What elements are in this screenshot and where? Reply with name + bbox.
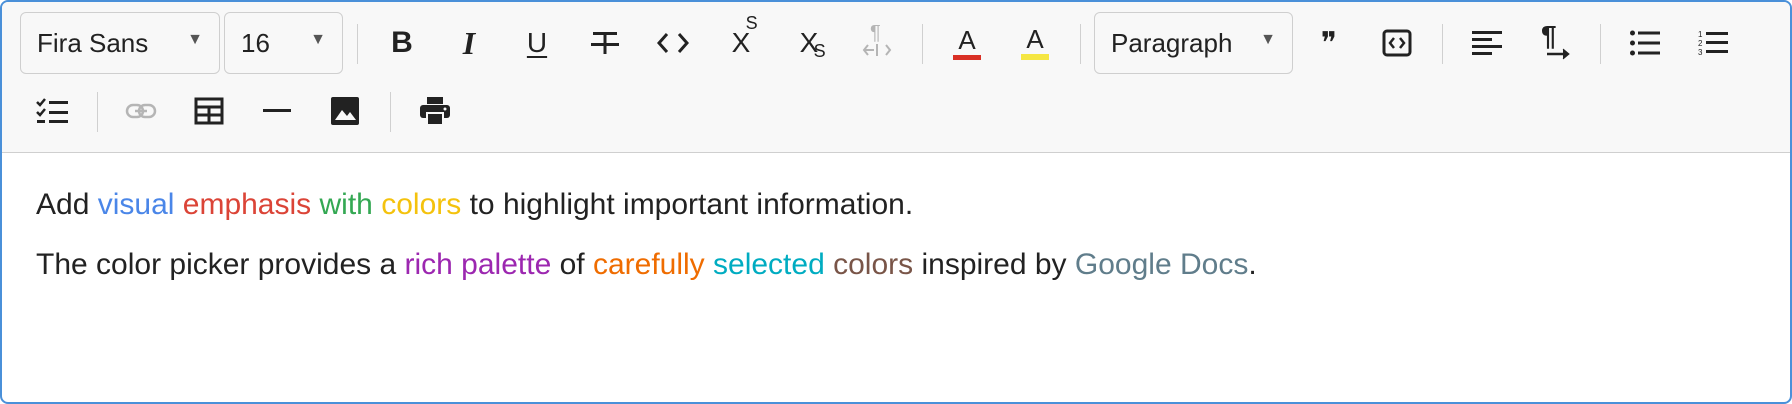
editor-content[interactable]: Add visual emphasis with colors to highl… xyxy=(2,154,1790,402)
underline-icon: U xyxy=(526,27,548,58)
text-run: Google Docs xyxy=(1074,248,1249,281)
text-run xyxy=(705,248,713,281)
strikethrough-icon xyxy=(591,32,619,54)
content-paragraph-1: Add visual emphasis with colors to highl… xyxy=(36,188,913,222)
text-color-swatch xyxy=(953,54,981,60)
toolbar-divider xyxy=(97,92,98,132)
svg-text:1: 1 xyxy=(1698,30,1703,39)
arrows-icon xyxy=(862,44,892,56)
block-format-value: Paragraph xyxy=(1111,27,1233,58)
inline-code-button[interactable] xyxy=(651,21,695,65)
text-run: colors xyxy=(833,248,914,281)
code-icon xyxy=(657,33,689,53)
clear-format-icon: ¶ xyxy=(862,22,892,60)
superscript-button[interactable]: XS xyxy=(719,13,763,65)
horizontal-rule-icon xyxy=(263,109,291,112)
font-family-select[interactable]: Fira Sans ▼ xyxy=(20,12,220,74)
toolbar-divider xyxy=(1600,24,1601,64)
highlight-color-icon: A xyxy=(1021,26,1049,60)
image-icon xyxy=(331,97,359,125)
text-run xyxy=(373,188,381,221)
text-run xyxy=(311,188,319,221)
print-icon xyxy=(420,97,450,126)
text-direction-button[interactable]: ¶ xyxy=(1533,20,1577,65)
image-button[interactable] xyxy=(323,89,367,133)
chevron-down-icon: ▼ xyxy=(187,31,203,48)
bullet-list-icon xyxy=(1630,30,1660,56)
text-run xyxy=(825,248,833,281)
font-family-value: Fira Sans xyxy=(37,27,149,58)
text-run: visual xyxy=(97,188,175,221)
editor-toolbar: Fira Sans ▼ 16 ▼ B I U X S X S ¶ A A Par… xyxy=(2,2,1790,153)
bold-button[interactable]: B xyxy=(380,21,424,65)
text-run: with xyxy=(319,188,373,221)
task-list-icon xyxy=(36,98,68,123)
svg-text:2: 2 xyxy=(1698,39,1703,48)
content-paragraph-2: The color picker provides a rich palette… xyxy=(36,248,1257,282)
numbered-list-icon: 1 2 3 xyxy=(1698,30,1728,57)
print-button[interactable] xyxy=(413,89,457,133)
text-run: Add xyxy=(36,188,98,221)
toolbar-divider xyxy=(390,92,391,132)
chevron-down-icon: ▼ xyxy=(310,31,326,48)
numbered-list-button[interactable]: 1 2 3 xyxy=(1691,21,1735,65)
subscript-icon: XS xyxy=(800,27,826,61)
align-left-button[interactable] xyxy=(1465,21,1509,65)
toolbar-divider xyxy=(922,24,923,64)
text-color-button[interactable]: A xyxy=(945,21,989,65)
italic-icon: I xyxy=(462,24,476,61)
horizontal-rule-button[interactable] xyxy=(255,89,299,133)
text-run: inspired by xyxy=(913,248,1075,281)
link-button[interactable] xyxy=(119,89,163,133)
italic-button[interactable]: I xyxy=(447,21,491,65)
task-list-button[interactable] xyxy=(30,89,74,133)
right-arrow-icon xyxy=(1547,48,1570,60)
clear-format-button[interactable]: ¶ xyxy=(855,21,899,65)
code-block-icon xyxy=(1382,29,1412,57)
text-run: . xyxy=(1248,248,1257,281)
text-run: of xyxy=(551,248,593,281)
text-run: The color picker provides a xyxy=(36,248,405,281)
block-format-select[interactable]: Paragraph ▼ xyxy=(1094,12,1293,74)
chevron-down-icon: ▼ xyxy=(1260,31,1276,48)
text-run: carefully xyxy=(592,248,705,281)
highlight-swatch xyxy=(1021,54,1049,60)
text-run: selected xyxy=(713,248,825,281)
text-run: to highlight important information. xyxy=(461,188,914,221)
code-block-button[interactable] xyxy=(1375,21,1419,65)
toolbar-divider xyxy=(1080,24,1081,64)
link-icon xyxy=(125,103,157,119)
align-left-icon xyxy=(1472,31,1502,55)
bullet-list-button[interactable] xyxy=(1623,21,1667,65)
bold-icon: B xyxy=(391,26,413,59)
text-color-icon: A xyxy=(953,27,981,60)
text-run: rich palette xyxy=(404,248,552,281)
svg-text:3: 3 xyxy=(1698,48,1703,57)
highlight-color-button[interactable]: A xyxy=(1013,21,1057,65)
text-run: emphasis xyxy=(182,188,312,221)
table-icon xyxy=(194,97,224,125)
underline-button[interactable]: U xyxy=(515,21,559,65)
text-run xyxy=(174,188,182,221)
toolbar-divider xyxy=(1442,24,1443,64)
highlight-letter: A xyxy=(1026,24,1044,54)
superscript-icon: XS xyxy=(732,13,758,59)
text-color-letter: A xyxy=(958,24,976,55)
toolbar-divider xyxy=(357,24,358,64)
font-size-value: 16 xyxy=(241,27,270,58)
font-size-select[interactable]: 16 ▼ xyxy=(224,12,343,74)
subscript-mark: S xyxy=(813,41,826,61)
rich-text-editor: Fira Sans ▼ 16 ▼ B I U X S X S ¶ A A Par… xyxy=(0,0,1792,404)
blockquote-icon: ❞ xyxy=(1320,25,1338,61)
text-run: colors xyxy=(381,188,462,221)
superscript-mark: S xyxy=(745,13,758,33)
table-button[interactable] xyxy=(187,89,231,133)
text-direction-icon: ¶ xyxy=(1539,20,1571,60)
strikethrough-button[interactable] xyxy=(583,21,627,65)
blockquote-button[interactable]: ❞ xyxy=(1307,21,1351,65)
subscript-button[interactable]: XS xyxy=(787,21,831,65)
